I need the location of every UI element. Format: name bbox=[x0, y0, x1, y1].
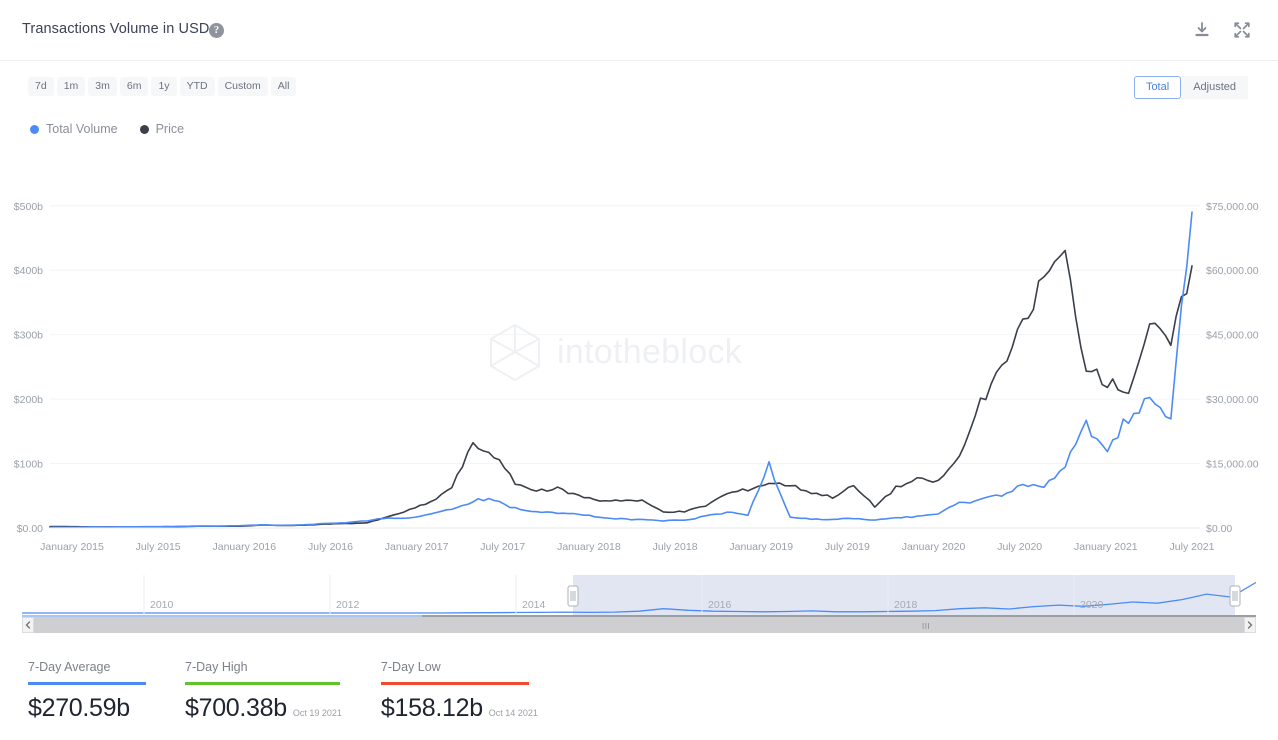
navigator-year-label: 2014 bbox=[522, 599, 546, 611]
stat-label: 7-Day Low bbox=[381, 660, 538, 674]
stat-date: Oct 14 2021 bbox=[489, 708, 538, 718]
y-axis-left-tick: $500b bbox=[14, 201, 43, 213]
scrollbar-thumb[interactable] bbox=[34, 617, 1244, 633]
x-axis-tick: January 2016 bbox=[212, 541, 276, 553]
x-axis-tick: January 2019 bbox=[729, 541, 793, 553]
scroll-left-arrow[interactable] bbox=[22, 617, 34, 633]
range-button-1m[interactable]: 1m bbox=[57, 77, 86, 96]
x-axis-tick: January 2020 bbox=[902, 541, 966, 553]
stat-label: 7-Day High bbox=[185, 660, 342, 674]
y-axis-right-tick: $60,000.00 bbox=[1206, 265, 1259, 277]
header-actions bbox=[1192, 20, 1252, 40]
stat-rule bbox=[28, 682, 146, 685]
mode-toggle-group: TotalAdjusted bbox=[1134, 76, 1248, 99]
range-button-all[interactable]: All bbox=[271, 77, 297, 96]
navigator-year-label: 2018 bbox=[894, 599, 918, 611]
stat-value: $158.12b bbox=[381, 694, 483, 723]
x-axis-tick: July 2018 bbox=[653, 541, 698, 553]
navigator-year-label: 2012 bbox=[336, 599, 360, 611]
range-navigator[interactable]: 2010 2012 2014 2016 2018 2020 bbox=[22, 575, 1256, 617]
legend-label: Price bbox=[156, 122, 184, 136]
chart-widget: Transactions Volume in USD ? 7d bbox=[0, 0, 1278, 740]
x-axis-tick: January 2021 bbox=[1074, 541, 1138, 553]
legend-label: Total Volume bbox=[46, 122, 118, 136]
stat-label: 7-Day Average bbox=[28, 660, 146, 674]
chart-legend: Total Volume Price bbox=[30, 122, 184, 136]
help-circle-icon[interactable]: ? bbox=[209, 23, 224, 38]
y-axis-right-tick: $75,000.00 bbox=[1206, 201, 1259, 213]
range-button-6m[interactable]: 6m bbox=[120, 77, 149, 96]
chart-plot-area: $0.00 $100b $200b $300b $400b $500b $0.00 $15,0… bbox=[0, 158, 1278, 558]
x-axis-tick: July 2017 bbox=[480, 541, 525, 553]
y-axis-right-tick: $15,000.00 bbox=[1206, 459, 1259, 471]
range-button-1y[interactable]: 1y bbox=[151, 77, 176, 96]
x-axis-tick: January 2015 bbox=[40, 541, 104, 553]
y-axis-left-tick: $100b bbox=[14, 459, 43, 471]
scrollbar-grip[interactable]: III bbox=[922, 622, 930, 631]
navigator-scrollbar[interactable]: III bbox=[22, 617, 1256, 633]
navigator-year-label: 2020 bbox=[1080, 599, 1104, 611]
y-axis-left-tick: $400b bbox=[14, 265, 43, 277]
range-button-ytd[interactable]: YTD bbox=[180, 77, 215, 96]
legend-swatch bbox=[140, 125, 149, 134]
range-button-3m[interactable]: 3m bbox=[88, 77, 117, 96]
expand-icon[interactable] bbox=[1232, 20, 1252, 40]
x-axis-tick: July 2016 bbox=[308, 541, 353, 553]
navigator-handle-right[interactable] bbox=[1230, 586, 1240, 606]
x-axis-tick: January 2017 bbox=[385, 541, 449, 553]
y-axis-right-tick: $45,000.00 bbox=[1206, 330, 1259, 342]
stat-value-row: $158.12b Oct 14 2021 bbox=[381, 694, 538, 723]
summary-stats: 7-Day Average $270.59b 7-Day High $700.38b O… bbox=[28, 660, 560, 723]
x-axis-tick: July 2021 bbox=[1170, 541, 1215, 553]
stat-rule bbox=[381, 682, 529, 685]
stat-card: 7-Day Average $270.59b bbox=[28, 660, 168, 723]
volume-line bbox=[50, 212, 1192, 527]
y-axis-left-tick: $300b bbox=[14, 330, 43, 342]
y-axis-left-tick: $0.00 bbox=[17, 523, 43, 535]
navigator-year-label: 2010 bbox=[150, 599, 174, 611]
scroll-right-arrow[interactable] bbox=[1244, 617, 1256, 633]
navigator-year-label: 2016 bbox=[708, 599, 732, 611]
stat-value-row: $700.38b Oct 19 2021 bbox=[185, 694, 342, 723]
legend-item-total-volume[interactable]: Total Volume bbox=[30, 122, 118, 136]
download-icon[interactable] bbox=[1192, 20, 1212, 40]
y-axis-left-tick: $200b bbox=[14, 394, 43, 406]
x-axis-tick: July 2015 bbox=[136, 541, 181, 553]
x-axis-tick: January 2018 bbox=[557, 541, 621, 553]
stat-value: $270.59b bbox=[28, 694, 130, 723]
widget-header: Transactions Volume in USD ? bbox=[0, 0, 1278, 61]
x-axis-tick: July 2019 bbox=[825, 541, 870, 553]
chart-canvas[interactable]: $0.00 $100b $200b $300b $400b $500b $0.00 $15,0… bbox=[0, 158, 1278, 558]
mode-toggle-adjusted[interactable]: Adjusted bbox=[1181, 76, 1248, 99]
page-title: Transactions Volume in USD bbox=[22, 21, 209, 37]
y-axis-right-tick: $0.00 bbox=[1206, 523, 1232, 535]
stat-value-row: $270.59b bbox=[28, 694, 146, 723]
navigator-canvas[interactable]: 2010 2012 2014 2016 2018 2020 bbox=[22, 575, 1256, 617]
stat-value: $700.38b bbox=[185, 694, 287, 723]
range-selector: 7d1m3m6m1yYTDCustomAll bbox=[28, 77, 296, 96]
mode-toggle-total[interactable]: Total bbox=[1134, 76, 1181, 99]
range-button-custom[interactable]: Custom bbox=[218, 77, 268, 96]
stat-rule bbox=[185, 682, 340, 685]
y-axis-right-tick: $30,000.00 bbox=[1206, 394, 1259, 406]
stat-card: 7-Day Low $158.12b Oct 14 2021 bbox=[364, 660, 560, 723]
legend-item-price[interactable]: Price bbox=[140, 122, 184, 136]
stat-card: 7-Day High $700.38b Oct 19 2021 bbox=[168, 660, 364, 723]
navigator-handle-left[interactable] bbox=[568, 586, 578, 606]
stat-date: Oct 19 2021 bbox=[293, 708, 342, 718]
range-button-7d[interactable]: 7d bbox=[28, 77, 54, 96]
chart-toolbar: 7d1m3m6m1yYTDCustomAll TotalAdjusted bbox=[0, 61, 1278, 101]
x-axis-tick: July 2020 bbox=[997, 541, 1042, 553]
legend-swatch bbox=[30, 125, 39, 134]
